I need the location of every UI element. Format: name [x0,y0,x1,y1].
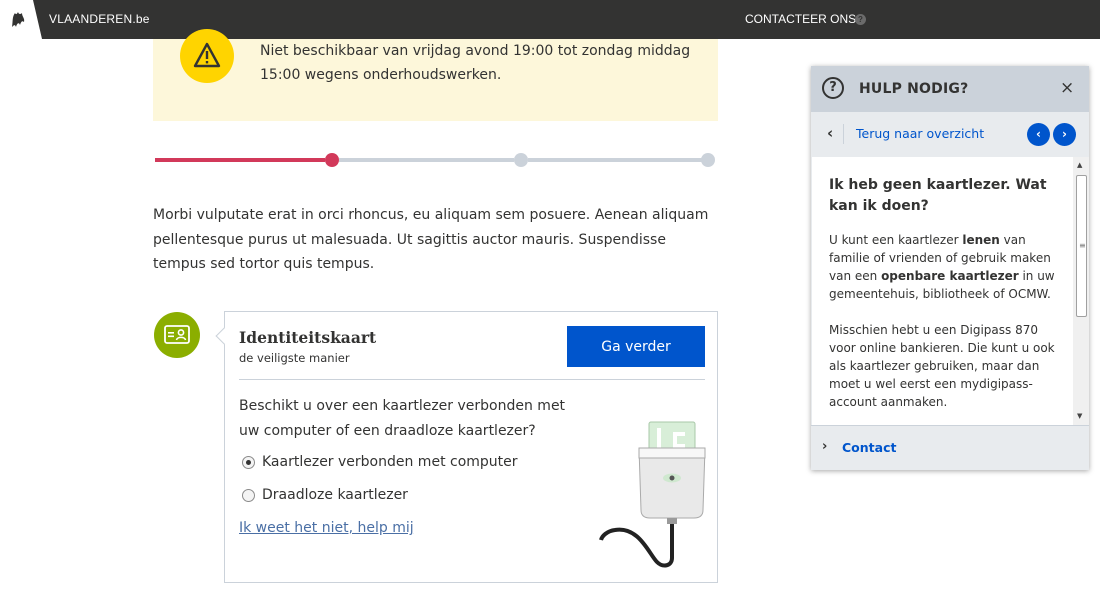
lion-icon [12,12,25,27]
step-progress-bar [155,152,715,168]
card-reader-illustration [599,421,706,568]
next-arrow-icon[interactable]: › [1053,123,1076,146]
radio-button-checked[interactable] [242,455,255,469]
maintenance-message: Niet beschikbaar van vrijdag avond 19:00… [260,43,691,83]
progress-step-3 [701,153,715,167]
scroll-up-arrow[interactable]: ▲ [1077,161,1082,169]
nav-divider [843,124,844,144]
continue-button[interactable]: Ga verder [567,326,705,367]
help-panel-title: HULP NODIG? [859,81,969,97]
maintenance-banner: Niet beschikbaar van vrijdag avond 19:00… [153,29,718,121]
radio-wireless-reader[interactable]: Draadloze kaartlezer [242,487,408,503]
contact-link[interactable]: Contact [842,440,896,455]
previous-arrow-icon[interactable]: ‹ [1027,123,1050,146]
option-title: Identiteitskaart [239,328,377,347]
card-reader-question: Beschikt u over een kaartlezer verbonden… [239,398,566,439]
help-panel: ? HULP NODIG? × ‹ Terug naar overzicht ‹… [811,66,1089,470]
help-article: Ik heb geen kaartlezer. Wat kan ik doen?… [812,157,1073,425]
help-article-title: Ik heb geen kaartlezer. Wat kan ik doen? [829,177,1047,214]
question-icon[interactable]: ? [855,14,866,25]
site-brand-link[interactable]: VLAANDEREN.be [49,12,150,26]
card-pointer [215,327,233,345]
help-me-link[interactable]: Ik weet het niet, help mij [239,520,414,536]
contact-us-link[interactable]: CONTACTEER ONS [745,12,856,26]
radio-button[interactable] [242,488,255,502]
progress-line-todo [339,158,514,162]
chevron-left-icon[interactable]: ‹ [827,124,833,142]
grip-icon: ≡ [1079,241,1086,250]
scroll-down-arrow[interactable]: ▼ [1077,412,1082,420]
id-card-icon [154,312,200,358]
chevron-right-icon: › [822,439,828,454]
top-bar: VLAANDEREN.be CONTACTEER ONS ? [0,0,1100,39]
radio-label: Draadloze kaartlezer [262,487,408,503]
back-to-overview-link[interactable]: Terug naar overzicht [856,126,984,141]
help-paragraph-2: Misschien hebt u een Digipass 870 voor o… [829,323,1055,409]
help-panel-header: ? HULP NODIG? × [811,66,1089,112]
intro-text: Morbi vulputate erat in orci rhoncus, eu… [153,207,709,272]
help-panel-nav: ‹ Terug naar overzicht ‹ › [811,112,1089,157]
identity-card-option: Identiteitskaart de veiligste manier Ga … [215,311,718,583]
question-circle-icon: ? [822,77,844,99]
radio-label: Kaartlezer verbonden met computer [262,454,518,470]
help-scrollbar[interactable]: ▲ ≡ ▼ [1073,157,1089,425]
help-panel-footer[interactable]: › Contact [811,425,1089,470]
vlaanderen-lion-logo[interactable] [0,0,42,39]
close-icon[interactable]: × [1060,79,1074,97]
help-paragraph-1: U kunt een kaartlezer lenen van familie … [829,233,1055,301]
radio-connected-reader[interactable]: Kaartlezer verbonden met computer [242,454,518,470]
option-subtitle: de veiligste manier [239,351,350,365]
divider [239,379,705,380]
progress-step-1 [325,153,339,167]
warning-icon [180,29,234,83]
progress-line-todo [528,158,702,162]
progress-step-2 [514,153,528,167]
scrollbar-thumb[interactable]: ≡ [1076,175,1087,317]
progress-line-done [155,158,325,162]
